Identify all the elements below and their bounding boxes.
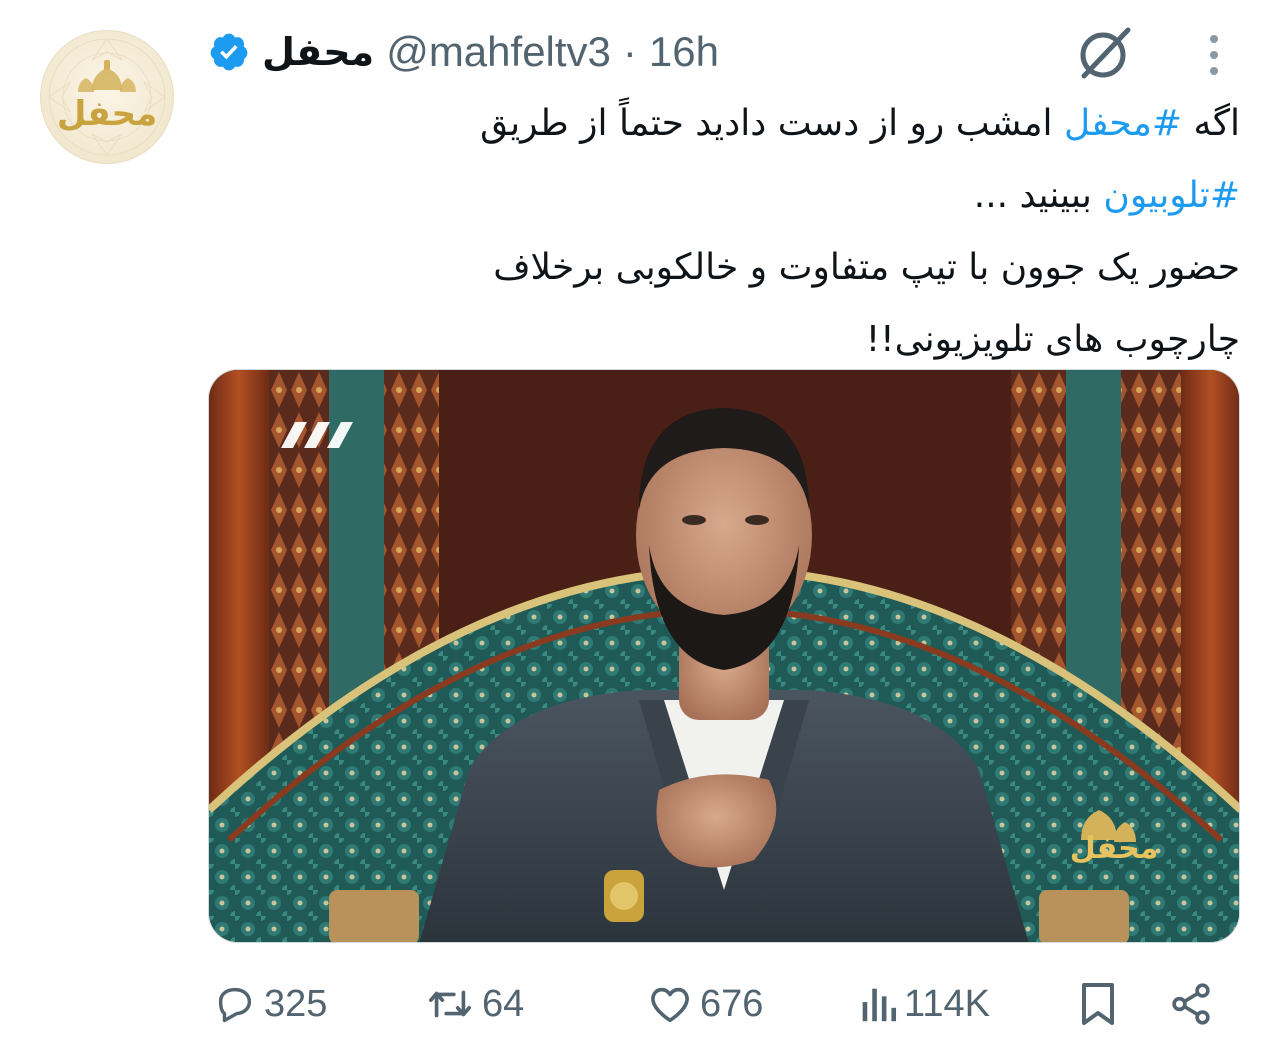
repost-button[interactable]: 64 [424,968,524,1040]
grok-icon[interactable] [1074,22,1136,84]
tweet-text: اگه #محفل امشب رو از دست دادید حتماً از … [300,88,1240,376]
tweet-text-line: #تلوبیون ببینید ... [300,160,1240,232]
tweet-text-segment: امشب رو از دست دادید حتماً از طریق [480,103,1064,144]
author-display-name[interactable]: محفل [262,30,374,74]
tweet-text-line: حضور یک جوون با تیپ متفاوت و خالکوبی برخ… [300,232,1240,304]
tweet-text-segment: چارچوب های تلویزیونی!! [865,319,1240,360]
bookmark-icon [1082,983,1114,1025]
tweet-header: محفل @mahfeltv3 · 16h [208,24,719,80]
like-count: 676 [700,982,764,1025]
program-logo-text: محفل [1070,831,1159,866]
hashtag-link[interactable]: #محفل [1064,103,1182,144]
hashtag-link[interactable]: #تلوبیون [1103,175,1240,216]
tweet-media[interactable]: محفل [208,369,1240,943]
author-handle[interactable]: @mahfeltv3 [386,28,611,76]
separator-dot: · [622,28,637,75]
avatar[interactable]: محفل [40,30,174,164]
reply-button[interactable]: 325 [212,968,327,1040]
reply-icon [218,987,252,1023]
tweet-text-line: چارچوب های تلویزیونی!! [300,304,1240,376]
tweet-text-segment: حضور یک جوون با تیپ متفاوت و خالکوبی برخ… [493,247,1240,288]
views-count: 114K [904,982,990,1025]
tweet-text-line: اگه #محفل امشب رو از دست دادید حتماً از … [300,88,1240,160]
repost-count: 64 [482,982,525,1025]
tweet-text-segment: اگه [1182,103,1240,144]
action-bar: 325 64 676 114K [0,968,1280,1040]
more-vertical-icon[interactable] [1196,32,1232,78]
views-button[interactable]: 114K [858,968,990,1040]
views-icon [862,988,897,1022]
repost-icon [429,990,471,1018]
avatar-logo-text: محفل [56,94,158,134]
heart-icon [651,987,689,1023]
reply-count: 325 [264,982,328,1025]
like-button[interactable]: 676 [646,968,763,1040]
tweet[interactable]: محفل محفل @mahfeltv3 · 16h اگه #محفل امش… [0,0,1280,1057]
verified-badge-icon [208,31,250,73]
share-button[interactable] [1168,968,1214,1040]
bookmark-button[interactable] [1078,968,1118,1040]
tweet-text-segment: ببینید ... [973,175,1104,216]
share-icon [1172,983,1210,1025]
timestamp[interactable]: 16h [649,28,719,76]
video-still-image: محفل [209,370,1239,942]
